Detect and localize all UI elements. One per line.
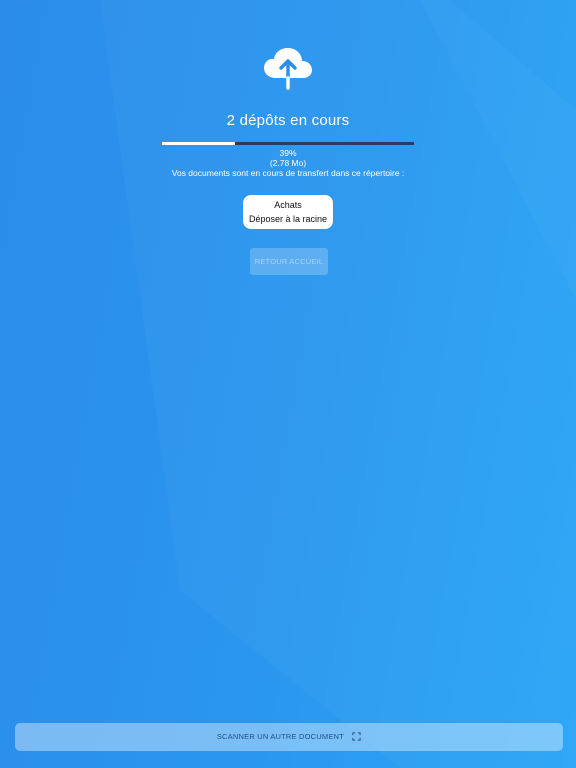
upload-percent: 39% <box>279 148 297 158</box>
folder-name: Achats <box>274 200 302 210</box>
folder-card[interactable]: Achats Déposer à la racine <box>243 195 333 229</box>
back-home-label: RETOUR ACCUEIL <box>254 257 324 266</box>
back-home-button[interactable]: RETOUR ACCUEIL <box>250 248 328 275</box>
cloud-upload-icon <box>264 48 312 90</box>
upload-to-root-action: Déposer à la racine <box>248 214 328 224</box>
scan-another-document-button[interactable]: SCANNER UN AUTRE DOCUMENT <box>15 723 563 751</box>
upload-description: Vos documents sont en cours de transfert… <box>171 168 405 178</box>
scan-frame-icon <box>352 731 361 741</box>
upload-title: 2 dépôts en cours <box>226 112 350 129</box>
upload-size: (2.78 Mo) <box>269 158 307 168</box>
upload-progress-fill <box>162 142 236 145</box>
scan-button-label: SCANNER UN AUTRE DOCUMENT <box>216 732 344 741</box>
upload-progress-bar <box>162 142 414 145</box>
